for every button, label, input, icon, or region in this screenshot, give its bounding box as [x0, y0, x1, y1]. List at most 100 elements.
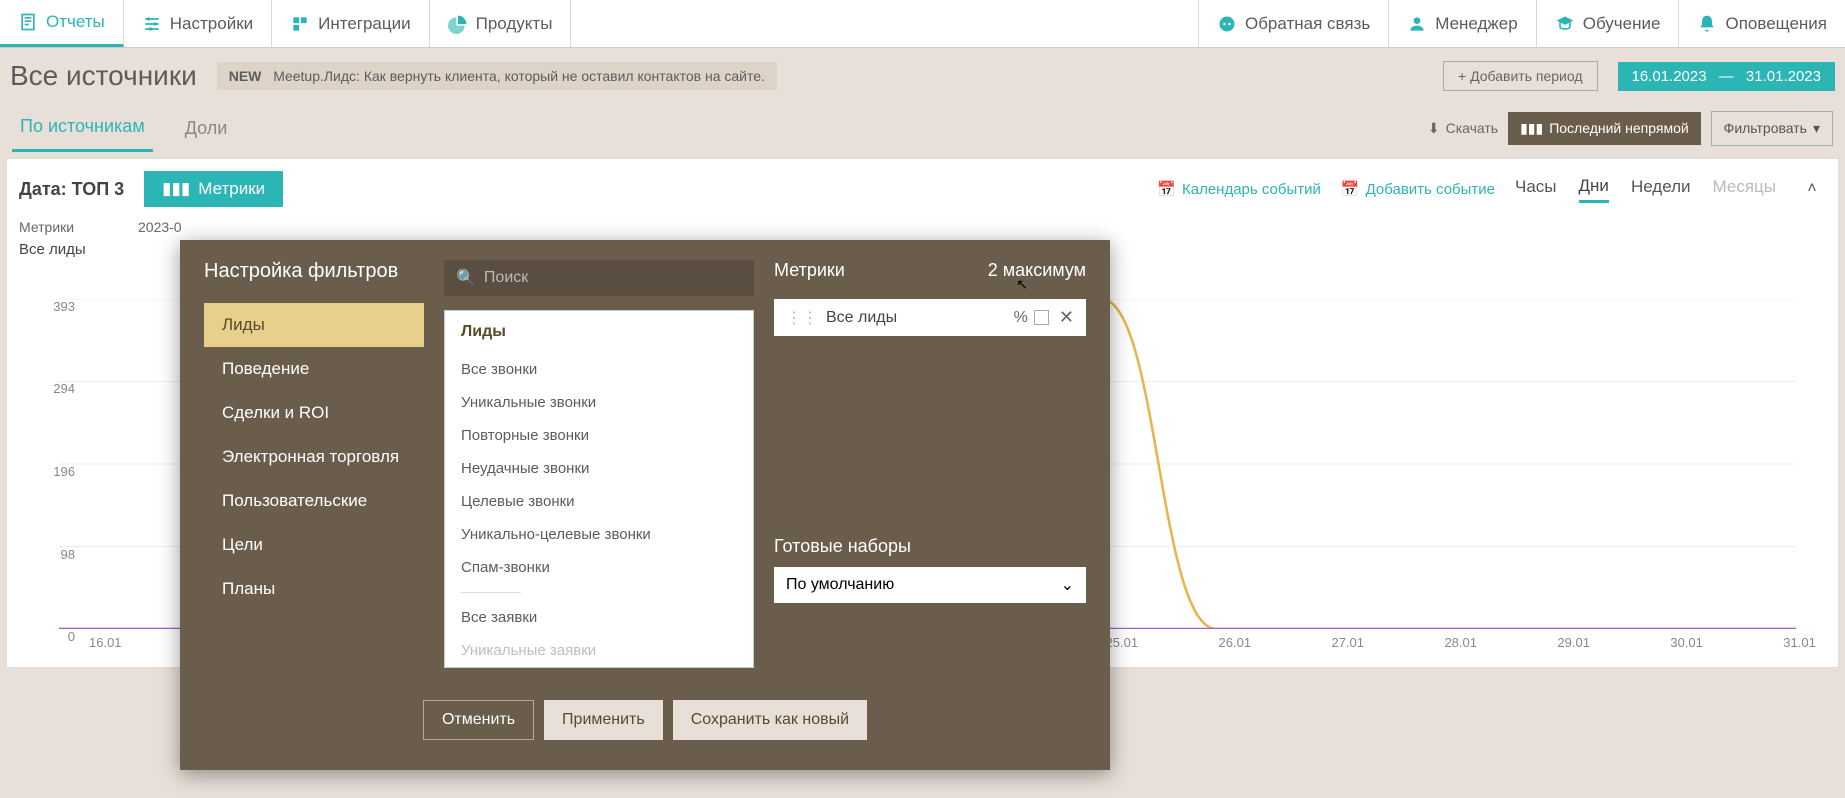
nav-label: Отчеты [46, 12, 105, 32]
add-period-label: Добавить период [1470, 68, 1582, 84]
nav-integrations[interactable]: Интеграции [272, 0, 430, 47]
remove-metric-button[interactable]: ✕ [1059, 307, 1074, 328]
save-as-new-button[interactable]: Сохранить как новый [673, 700, 867, 740]
popover-filters-title: Настройка фильтров [204, 260, 424, 283]
date-range[interactable]: 16.01.2023 — 31.01.2023 [1618, 62, 1836, 91]
popover-footer: Отменить Применить Сохранить как новый [204, 700, 1086, 740]
metric-item[interactable]: Все звонки [445, 353, 753, 386]
nav-label: Обратная связь [1245, 14, 1370, 34]
divider [461, 592, 521, 593]
metric-item[interactable]: Уникальные заявки [445, 634, 753, 667]
metric-item[interactable]: Уникально-целевые звонки [445, 518, 753, 551]
chevron-up-icon: ˄ [1807, 180, 1816, 198]
x-tick: 27.01 [1331, 635, 1364, 655]
category-item-deals[interactable]: Сделки и ROI [204, 391, 424, 435]
filter-label: Фильтровать [1724, 120, 1807, 136]
percent-icon[interactable]: % [1014, 309, 1028, 327]
category-item-goals[interactable]: Цели [204, 523, 424, 567]
news-banner[interactable]: NEW Meetup.Лидс: Как вернуть клиента, ко… [217, 62, 777, 90]
page-title: Все источники [10, 60, 197, 92]
metrics-group-header: Лиды [445, 311, 753, 353]
nav-feedback[interactable]: Обратная связь [1198, 0, 1388, 47]
metric-item[interactable]: Повторные звонки [445, 419, 753, 452]
metrics-popover: Настройка фильтров Лиды Поведение Сделки… [180, 240, 1110, 770]
reports-icon [18, 12, 38, 32]
subtabs-row: По источникам Доли ⬇ Скачать ▮▮▮ Последн… [0, 104, 1845, 152]
x-tick: 16.01 [89, 635, 122, 655]
add-event-link[interactable]: 📅 Добавить событие [1341, 180, 1495, 198]
preset-select[interactable]: По умолчанию ⌄ [774, 567, 1086, 603]
popover-metrics-col: 🔍 Лиды Все звонки Уникальные звонки Повт… [444, 260, 754, 680]
selected-metric-label: Все лиды [826, 309, 897, 327]
category-item-plans[interactable]: Планы [204, 567, 424, 611]
metrics-button[interactable]: ▮▮▮ Метрики [144, 171, 283, 207]
download-link[interactable]: ⬇ Скачать [1428, 120, 1498, 137]
nav-right: Обратная связь Менеджер Обучение Оповеще… [1198, 0, 1845, 47]
max-metrics-label: 2 максимум [988, 260, 1086, 281]
drag-handle-icon[interactable]: ⋮⋮ [786, 308, 818, 328]
presets-title: Готовые наборы [774, 536, 1086, 557]
category-item-behavior[interactable]: Поведение [204, 347, 424, 391]
nav-label: Менеджер [1435, 14, 1517, 34]
x-tick: 28.01 [1444, 635, 1477, 655]
nav-label: Обучение [1583, 14, 1661, 34]
subtab-shares[interactable]: Доли [177, 106, 236, 151]
metric-checkbox[interactable] [1034, 310, 1049, 325]
pie-icon [448, 14, 468, 34]
time-tab-hours[interactable]: Часы [1515, 177, 1557, 201]
search-icon: 🔍 [456, 268, 476, 288]
date-sep: — [1719, 68, 1734, 85]
date-from: 16.01.2023 [1632, 68, 1707, 85]
popover-selected-col: Метрики 2 максимум ⋮⋮ Все лиды % ✕ Готов… [774, 260, 1086, 680]
calendar-plus-icon: 📅 [1341, 180, 1360, 198]
add-period-button[interactable]: + Добавить период [1443, 61, 1597, 91]
x-tick: 31.01 [1783, 635, 1816, 655]
nav-reports[interactable]: Отчеты [0, 0, 124, 47]
metric-item[interactable]: Все заявки [445, 601, 753, 634]
x-tick: 29.01 [1557, 635, 1590, 655]
search-input[interactable] [484, 269, 742, 287]
nav-left: Отчеты Настройки Интеграции Продукты [0, 0, 571, 47]
category-item-ecommerce[interactable]: Электронная торговля [204, 435, 424, 479]
metric-item[interactable]: Целевые звонки [445, 485, 753, 518]
nav-settings[interactable]: Настройки [124, 0, 272, 47]
nav-products[interactable]: Продукты [430, 0, 572, 47]
category-list: Лиды Поведение Сделки и ROI Электронная … [204, 303, 424, 611]
x-tick: 25.01 [1106, 635, 1139, 655]
date-to: 31.01.2023 [1746, 68, 1821, 85]
chat-icon [1217, 14, 1237, 34]
topbar: Отчеты Настройки Интеграции Продукты Обр… [0, 0, 1845, 48]
plus-icon: + [1458, 68, 1466, 84]
subtabs-right: ⬇ Скачать ▮▮▮ Последний непрямой Фильтро… [1428, 111, 1833, 146]
metric-item[interactable]: Уникальные звонки [445, 386, 753, 419]
filter-button[interactable]: Фильтровать ▾ [1711, 111, 1833, 146]
nav-manager[interactable]: Менеджер [1388, 0, 1535, 47]
collapse-button[interactable]: ˄ [1798, 175, 1826, 203]
time-tabs: Часы Дни Недели Месяцы ˄ [1515, 175, 1826, 203]
nav-notifications[interactable]: Оповещения [1678, 0, 1845, 47]
time-tab-weeks[interactable]: Недели [1631, 177, 1691, 201]
category-item-leads[interactable]: Лиды [204, 303, 424, 347]
nav-label: Продукты [476, 14, 553, 34]
calendar-link[interactable]: 📅 Календарь событий [1157, 180, 1321, 198]
nav-label: Оповещения [1725, 14, 1827, 34]
preset-selected-label: По умолчанию [786, 576, 894, 594]
attribution-label: Последний непрямой [1549, 120, 1688, 136]
category-item-custom[interactable]: Пользовательские [204, 479, 424, 523]
news-new-badge: NEW [229, 68, 262, 84]
attribution-button[interactable]: ▮▮▮ Последний непрямой [1508, 112, 1701, 145]
nav-education[interactable]: Обучение [1536, 0, 1679, 47]
time-tab-months: Месяцы [1713, 177, 1776, 201]
metrics-list[interactable]: Лиды Все звонки Уникальные звонки Повтор… [444, 310, 754, 668]
cancel-button[interactable]: Отменить [423, 700, 534, 740]
subtab-sources[interactable]: По источникам [12, 104, 153, 152]
sliders-icon [142, 14, 162, 34]
apply-button[interactable]: Применить [544, 700, 663, 740]
metric-item[interactable]: Спам-звонки [445, 551, 753, 584]
panel-top: Дата: ТОП 3 ▮▮▮ Метрики 📅 Календарь собы… [19, 171, 1826, 207]
metric-item[interactable]: Неудачные звонки [445, 452, 753, 485]
search-box[interactable]: 🔍 [444, 260, 754, 296]
time-tab-days[interactable]: Дни [1579, 176, 1609, 203]
graduation-icon [1555, 14, 1575, 34]
header-row: Все источники NEW Meetup.Лидс: Как верну… [0, 48, 1845, 104]
